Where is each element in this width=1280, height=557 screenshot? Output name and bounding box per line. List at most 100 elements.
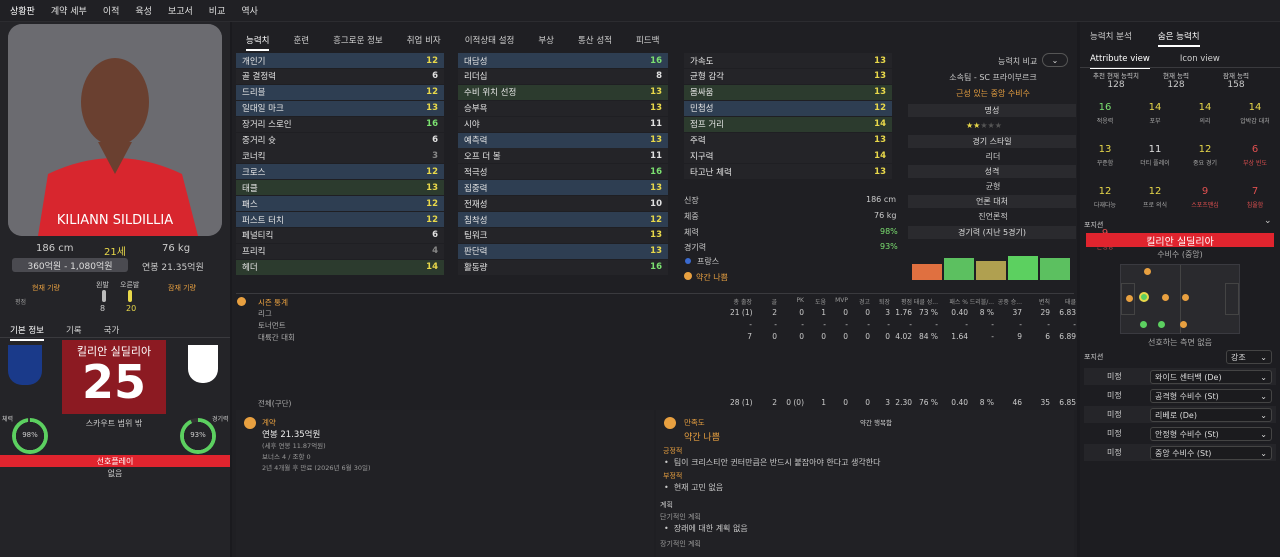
attribute-row[interactable]: 골 결정력 6	[236, 68, 444, 84]
role-dropdown[interactable]: 안정형 수비수 (St) ⌄	[1150, 427, 1272, 441]
form-bar	[976, 261, 1006, 280]
attribute-row[interactable]: 대담성 16	[458, 53, 668, 68]
attribute-name: 오프 더 볼	[464, 151, 501, 162]
nav-item-2[interactable]: 이적	[103, 4, 120, 17]
attribute-row[interactable]: 적극성 16	[458, 164, 668, 180]
player-photo: KILIANN SILDILLIA	[8, 24, 222, 236]
nav-item-6[interactable]: 역사	[241, 4, 258, 17]
stat-cell: 2	[772, 308, 777, 317]
attribute-row[interactable]: 페널티킥 6	[236, 227, 444, 243]
attribute-value: 13	[874, 55, 886, 66]
attribute-row[interactable]: 오프 더 볼 11	[458, 148, 668, 164]
role-dropdown[interactable]: 와이드 센터백 (De) ⌄	[1150, 370, 1272, 384]
nav-item-3[interactable]: 육성	[135, 4, 152, 17]
attribute-row[interactable]: 중거리 슛 6	[236, 132, 444, 148]
stat-column-header[interactable]: 총 출장	[726, 297, 752, 306]
tab-0[interactable]: 능력치	[246, 34, 270, 51]
hidden-attribute-label: 포부	[1149, 118, 1161, 125]
tab-5[interactable]: 부상	[538, 34, 554, 51]
tab-4[interactable]: 이적상태 설정	[465, 34, 515, 51]
nav-item-1[interactable]: 계약 세부	[51, 4, 87, 17]
stat-column-header[interactable]: 패스 %	[942, 297, 968, 306]
attribute-row[interactable]: 코너킥 3	[236, 148, 444, 164]
attribute-row[interactable]: 팀워크 13	[458, 227, 668, 243]
attribute-row[interactable]: 점프 거리 14	[684, 116, 892, 132]
attribute-row[interactable]: 태클 13	[236, 180, 444, 196]
attribute-tabs: 능력치 훈련 흥그로운 정보 취업 비자 이적상태 설정 부상 통산 성적 피드백	[246, 34, 659, 51]
tab-7[interactable]: 피드백	[636, 34, 659, 51]
attribute-row[interactable]: 민첩성 12	[684, 100, 892, 116]
attribute-row[interactable]: 승부욕 13	[458, 100, 668, 116]
right-foot-value: 20	[126, 304, 137, 313]
morale-text: 약간 나쁨	[696, 273, 728, 282]
attribute-row[interactable]: 리더십 8	[458, 68, 668, 84]
attribute-row[interactable]: 균형 감각 13	[684, 68, 892, 84]
attribute-row[interactable]: 주력 13	[684, 132, 892, 148]
attribute-row[interactable]: 헤더 14	[236, 259, 444, 275]
stat-column-header[interactable]: 변칙	[1024, 297, 1050, 306]
stat-column-header[interactable]: 태클	[1050, 297, 1076, 306]
attribute-row[interactable]: 가속도 13	[684, 53, 892, 68]
attribute-row[interactable]: 집중력 13	[458, 180, 668, 196]
nav-item-4[interactable]: 보고서	[168, 4, 193, 17]
happiness-value: 약간 나쁨	[684, 433, 720, 443]
tab-1[interactable]: 숨은 능력치	[1157, 30, 1200, 47]
attribute-row[interactable]: 전재성 10	[458, 196, 668, 212]
attribute-row[interactable]: 타고난 체력 13	[684, 164, 892, 180]
role-dropdown[interactable]: 중앙 수비수 (St) ⌄	[1150, 446, 1272, 460]
attribute-row[interactable]: 침착성 12	[458, 212, 668, 227]
contract-title[interactable]: 계약	[262, 417, 276, 428]
attribute-row[interactable]: 활동량 16	[458, 259, 668, 275]
attribute-row[interactable]: 패스 12	[236, 196, 444, 212]
attribute-row[interactable]: 예측력 13	[458, 132, 668, 148]
short-plan-text: 장래에 대한 계획 없음	[673, 524, 748, 533]
hidden-attribute-value: 16	[1098, 102, 1112, 113]
attribute-row[interactable]: 드리블 12	[236, 84, 444, 100]
attribute-name: 골 결정력	[242, 72, 276, 83]
stat-cell: 76 %	[918, 398, 938, 407]
role-dropdown[interactable]: 공격형 수비수 (St) ⌄	[1150, 389, 1272, 403]
attribute-row[interactable]: 퍼스트 터치 12	[236, 212, 444, 227]
attribute-row[interactable]: 수비 위치 선정 13	[458, 84, 668, 100]
top-navigation: 상황판 계약 세부 이적 육성 보고서 비교 역사	[0, 0, 1280, 22]
attribute-row[interactable]: 장거리 스로인 16	[236, 116, 444, 132]
attribute-row[interactable]: 프리킥 4	[236, 243, 444, 259]
nav-item-5[interactable]: 비교	[209, 4, 226, 17]
attribute-value: 13	[650, 87, 662, 98]
emphasis-dropdown[interactable]: 강조 ⌄	[1226, 350, 1272, 364]
attribute-row[interactable]: 개인기 12	[236, 53, 444, 68]
role-rating: 미정	[1107, 410, 1122, 419]
attribute-row[interactable]: 판단력 13	[458, 243, 668, 259]
tab-1[interactable]: 훈련	[293, 34, 309, 51]
chevron-down-icon[interactable]: ⌄	[1264, 216, 1272, 226]
happiness-title[interactable]: 만족도	[684, 417, 705, 428]
attribute-row[interactable]: 크로스 12	[236, 164, 444, 180]
attribute-name: 패스	[242, 199, 258, 210]
attribute-name: 전재성	[464, 199, 488, 210]
tab-3[interactable]: 취업 비자	[407, 34, 441, 51]
tab-1[interactable]: 기록	[66, 324, 82, 341]
stat-column-header[interactable]: 드리블/...	[968, 297, 994, 306]
stat-column-header[interactable]: 골	[751, 297, 777, 306]
stat-column-header[interactable]: 태클 성...	[912, 297, 938, 306]
tab-2[interactable]: 흥그로운 정보	[333, 34, 383, 51]
attribute-row[interactable]: 시야 11	[458, 116, 668, 132]
preferred-play-value: 없음	[107, 469, 123, 478]
role-dropdown[interactable]: 리베로 (De) ⌄	[1150, 408, 1272, 422]
attribute-name: 태클	[242, 183, 258, 194]
tab-2[interactable]: 국가	[104, 324, 120, 341]
attribute-row[interactable]: 일대일 마크 13	[236, 100, 444, 116]
compare-button[interactable]: ⌄	[1042, 53, 1068, 67]
attribute-row[interactable]: 몸싸움 13	[684, 84, 892, 100]
current-ability-label: 현재 기량	[32, 284, 60, 292]
stat-column-header[interactable]: 평점	[886, 297, 912, 306]
stat-column-header[interactable]: 평점	[0, 297, 26, 306]
stat-column-header[interactable]: 공중 승...	[996, 297, 1022, 306]
nav-item-0[interactable]: 상황판	[10, 4, 35, 17]
attribute-row[interactable]: 지구력 14	[684, 148, 892, 164]
tab-0[interactable]: 능력치 분석	[1090, 30, 1132, 47]
tab-6[interactable]: 통산 성적	[578, 34, 612, 51]
tab-0[interactable]: 기본 정보	[10, 324, 44, 341]
long-plans-label: 장기적인 계획	[660, 540, 701, 548]
personality-value: 균형	[985, 182, 1001, 191]
